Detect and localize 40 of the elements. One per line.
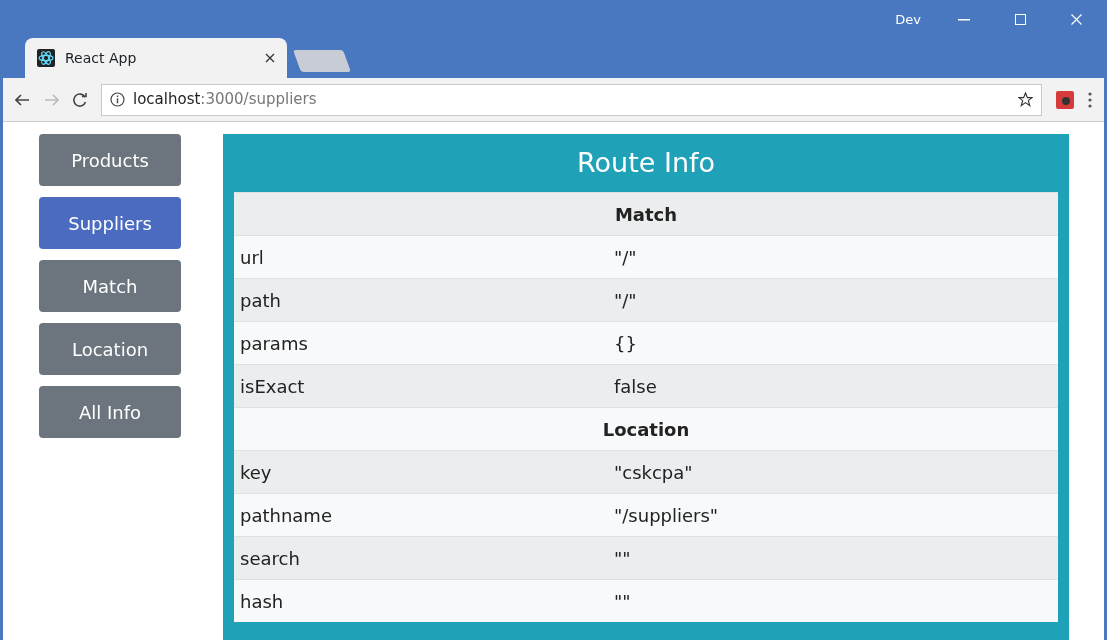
property-value: "/suppliers": [614, 503, 719, 528]
browser-tab[interactable]: React App: [25, 38, 287, 78]
reload-icon[interactable]: [73, 92, 87, 107]
nav-button[interactable]: Location: [39, 323, 181, 375]
nav-button[interactable]: All Info: [39, 386, 181, 438]
property-value: "cskcpa": [614, 460, 693, 485]
property-name: isExact: [239, 374, 306, 399]
property-value: {}: [614, 331, 637, 356]
back-icon[interactable]: [15, 93, 30, 106]
nav-button[interactable]: Suppliers: [39, 197, 181, 249]
property-value: false: [614, 374, 657, 399]
property-name: url: [239, 245, 265, 270]
url-text: localhost:3000/suppliers: [133, 89, 318, 111]
minimize-icon[interactable]: [958, 18, 970, 21]
maximize-icon[interactable]: [1014, 14, 1026, 26]
property-name: pathname: [239, 503, 333, 528]
property-value: "/": [614, 288, 637, 313]
property-name: params: [239, 331, 309, 356]
atom-icon: [37, 49, 55, 67]
nav-button[interactable]: Match: [39, 260, 181, 312]
property-value: "/": [614, 245, 637, 270]
address-field[interactable]: localhost:3000/suppliers: [101, 83, 1042, 116]
profile-label: Dev: [894, 11, 922, 29]
section-heading: Location: [602, 417, 690, 442]
property-name: key: [239, 460, 273, 485]
panel-title: Route Info: [575, 146, 717, 180]
tab-title: React App: [65, 48, 138, 68]
extension-icon[interactable]: [1056, 90, 1074, 109]
info-icon: [110, 92, 125, 107]
close-icon[interactable]: [265, 53, 275, 63]
property-name: path: [239, 288, 282, 313]
menu-icon[interactable]: [1088, 91, 1092, 108]
property-value: "": [614, 589, 631, 614]
new-tab-button[interactable]: [293, 50, 351, 72]
property-value: "": [614, 546, 631, 571]
nav-button[interactable]: Products: [39, 134, 181, 186]
property-name: hash: [239, 589, 285, 614]
section-heading: Match: [614, 202, 678, 227]
property-name: search: [239, 546, 301, 571]
star-icon[interactable]: [1018, 92, 1033, 107]
